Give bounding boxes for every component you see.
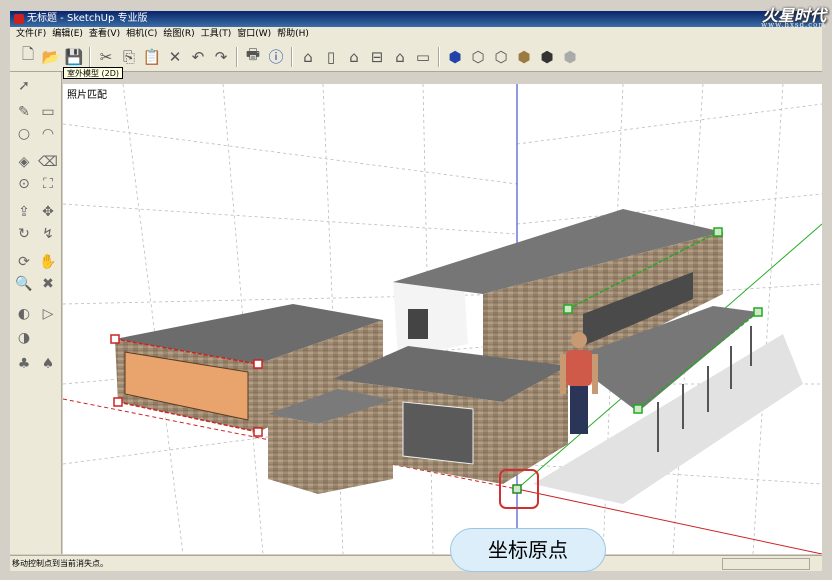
right-view-icon[interactable]: ⊟	[367, 47, 387, 67]
eraser-icon[interactable]: ⌫	[38, 152, 58, 172]
red-handle-2[interactable]	[253, 359, 263, 369]
shaded-icon[interactable]: ⬢	[514, 47, 534, 67]
rotate-icon[interactable]: ↻	[14, 224, 34, 244]
offset-icon[interactable]: ↯	[38, 224, 58, 244]
toolbar-tooltip: 室外模型 (2D)	[63, 67, 124, 79]
iso-view-icon[interactable]: ⌂	[298, 47, 318, 67]
menu-help[interactable]: 帮助(H)	[277, 27, 309, 42]
save-icon[interactable]: 💾	[64, 47, 84, 67]
status-message: 移动控制点到当前消失点。	[12, 559, 108, 568]
open-folder-icon[interactable]: 📂	[41, 47, 61, 67]
red-handle-3[interactable]	[113, 397, 123, 407]
previous-view-icon[interactable]: ◐	[14, 304, 34, 324]
walk-icon[interactable]: ♣	[14, 354, 34, 374]
status-bar: 移动控制点到当前消失点。	[10, 555, 822, 571]
rectangle-icon[interactable]: ▭	[38, 102, 58, 122]
monochrome-icon[interactable]: ⬢	[560, 47, 580, 67]
print-icon[interactable]: 🖶	[243, 45, 263, 67]
next-view-icon[interactable]: ▷	[38, 304, 58, 324]
red-handle-1[interactable]	[110, 334, 120, 344]
select-arrow-icon[interactable]: ➚	[14, 76, 34, 96]
paint-bucket-icon[interactable]: ⛶	[38, 174, 58, 194]
measurements-box[interactable]	[722, 558, 810, 570]
xray-icon[interactable]: ⬢	[445, 47, 465, 67]
wireframe-icon[interactable]: ⬡	[468, 47, 488, 67]
green-handle-1[interactable]	[563, 304, 573, 314]
title-bar: 无标题 - SketchUp 专业版	[10, 11, 822, 27]
cut-icon[interactable]: ✂	[96, 47, 116, 67]
top-view-icon[interactable]: ▯	[321, 47, 341, 67]
toolbar-separator	[89, 46, 91, 67]
toolbar-separator	[236, 46, 238, 67]
scene-drawing	[63, 84, 822, 554]
sketchup-window: 无标题 - SketchUp 专业版 火星时代 www.hxsd.com 文件(…	[0, 0, 832, 580]
front-box-glass	[402, 401, 474, 465]
origin-callout: 坐标原点	[450, 528, 606, 572]
shaded-textures-icon[interactable]: ⬢	[537, 47, 557, 67]
left-view-icon[interactable]: ▭	[413, 47, 433, 67]
left-toolbar: ➚ ✎ ▭ ○ ◠ ◈ ⌫ ⊙ ⛶ ⇪ ✥ ↻ ↯ ⟳ ✋ 🔍 ✖ ◐ ▷ ◑ …	[10, 72, 62, 554]
menu-tools[interactable]: 工具(T)	[201, 27, 232, 42]
tape-measure-icon[interactable]: ⊙	[14, 174, 34, 194]
model-info-icon[interactable]: ⓘ	[266, 47, 286, 67]
menu-draw[interactable]: 绘图(R)	[163, 27, 194, 42]
paste-icon[interactable]: 📋	[142, 47, 162, 67]
menu-view[interactable]: 查看(V)	[89, 27, 120, 42]
window-title: 无标题 - SketchUp 专业版	[27, 13, 148, 24]
redo-icon[interactable]: ↷	[211, 47, 231, 67]
origin-handle[interactable]	[512, 484, 522, 494]
small-block-wall	[268, 414, 318, 494]
line-pencil-icon[interactable]: ✎	[14, 102, 34, 122]
menu-edit[interactable]: 编辑(E)	[52, 27, 83, 42]
section-plane-icon[interactable]: ◑	[14, 328, 34, 348]
delete-icon[interactable]: ✕	[165, 47, 185, 67]
undo-icon[interactable]: ↶	[188, 47, 208, 67]
back-view-icon[interactable]: ⌂	[390, 47, 410, 67]
toolbar-separator	[291, 46, 293, 67]
pan-hand-icon[interactable]: ✋	[38, 252, 58, 272]
new-file-icon[interactable]: 🗋	[18, 45, 38, 67]
menu-bar: 文件(F) 编辑(E) 查看(V) 相机(C) 绘图(R) 工具(T) 窗口(W…	[10, 27, 822, 42]
hidden-line-icon[interactable]: ⬡	[491, 47, 511, 67]
orbit-icon[interactable]: ⟳	[14, 252, 34, 272]
toolbar-separator	[438, 46, 440, 67]
green-handle-2[interactable]	[713, 227, 723, 237]
scene-tab-label[interactable]: 照片匹配	[67, 86, 107, 101]
make-component-icon[interactable]: ◈	[14, 152, 34, 172]
zoom-extents-icon[interactable]: ✖	[38, 274, 58, 294]
modeling-viewport[interactable]	[63, 84, 822, 554]
menu-camera[interactable]: 相机(C)	[126, 27, 157, 42]
watermark-logo: 火星时代 www.hxsd.com	[761, 2, 826, 29]
menu-file[interactable]: 文件(F)	[16, 27, 46, 42]
arc-icon[interactable]: ◠	[38, 124, 58, 144]
zoom-icon[interactable]: 🔍	[14, 274, 34, 294]
red-handle-4[interactable]	[253, 427, 263, 437]
move-icon[interactable]: ✥	[38, 202, 58, 222]
push-pull-icon[interactable]: ⇪	[14, 202, 34, 222]
main-window	[408, 309, 428, 339]
front-view-icon[interactable]: ⌂	[344, 47, 364, 67]
app-icon	[14, 14, 24, 24]
main-toolbar: 🗋 📂 💾 ✂ ⎘ 📋 ✕ ↶ ↷ 🖶 ⓘ ⌂ ▯ ⌂ ⊟ ⌂ ▭ ⬢ ⬡ ⬡ …	[10, 42, 822, 72]
menu-window[interactable]: 窗口(W)	[237, 27, 271, 42]
copy-icon[interactable]: ⎘	[119, 47, 139, 67]
look-around-icon[interactable]: ♠	[38, 354, 58, 374]
circle-icon[interactable]: ○	[14, 124, 34, 144]
green-handle-3[interactable]	[633, 404, 643, 414]
green-handle-4[interactable]	[753, 307, 763, 317]
